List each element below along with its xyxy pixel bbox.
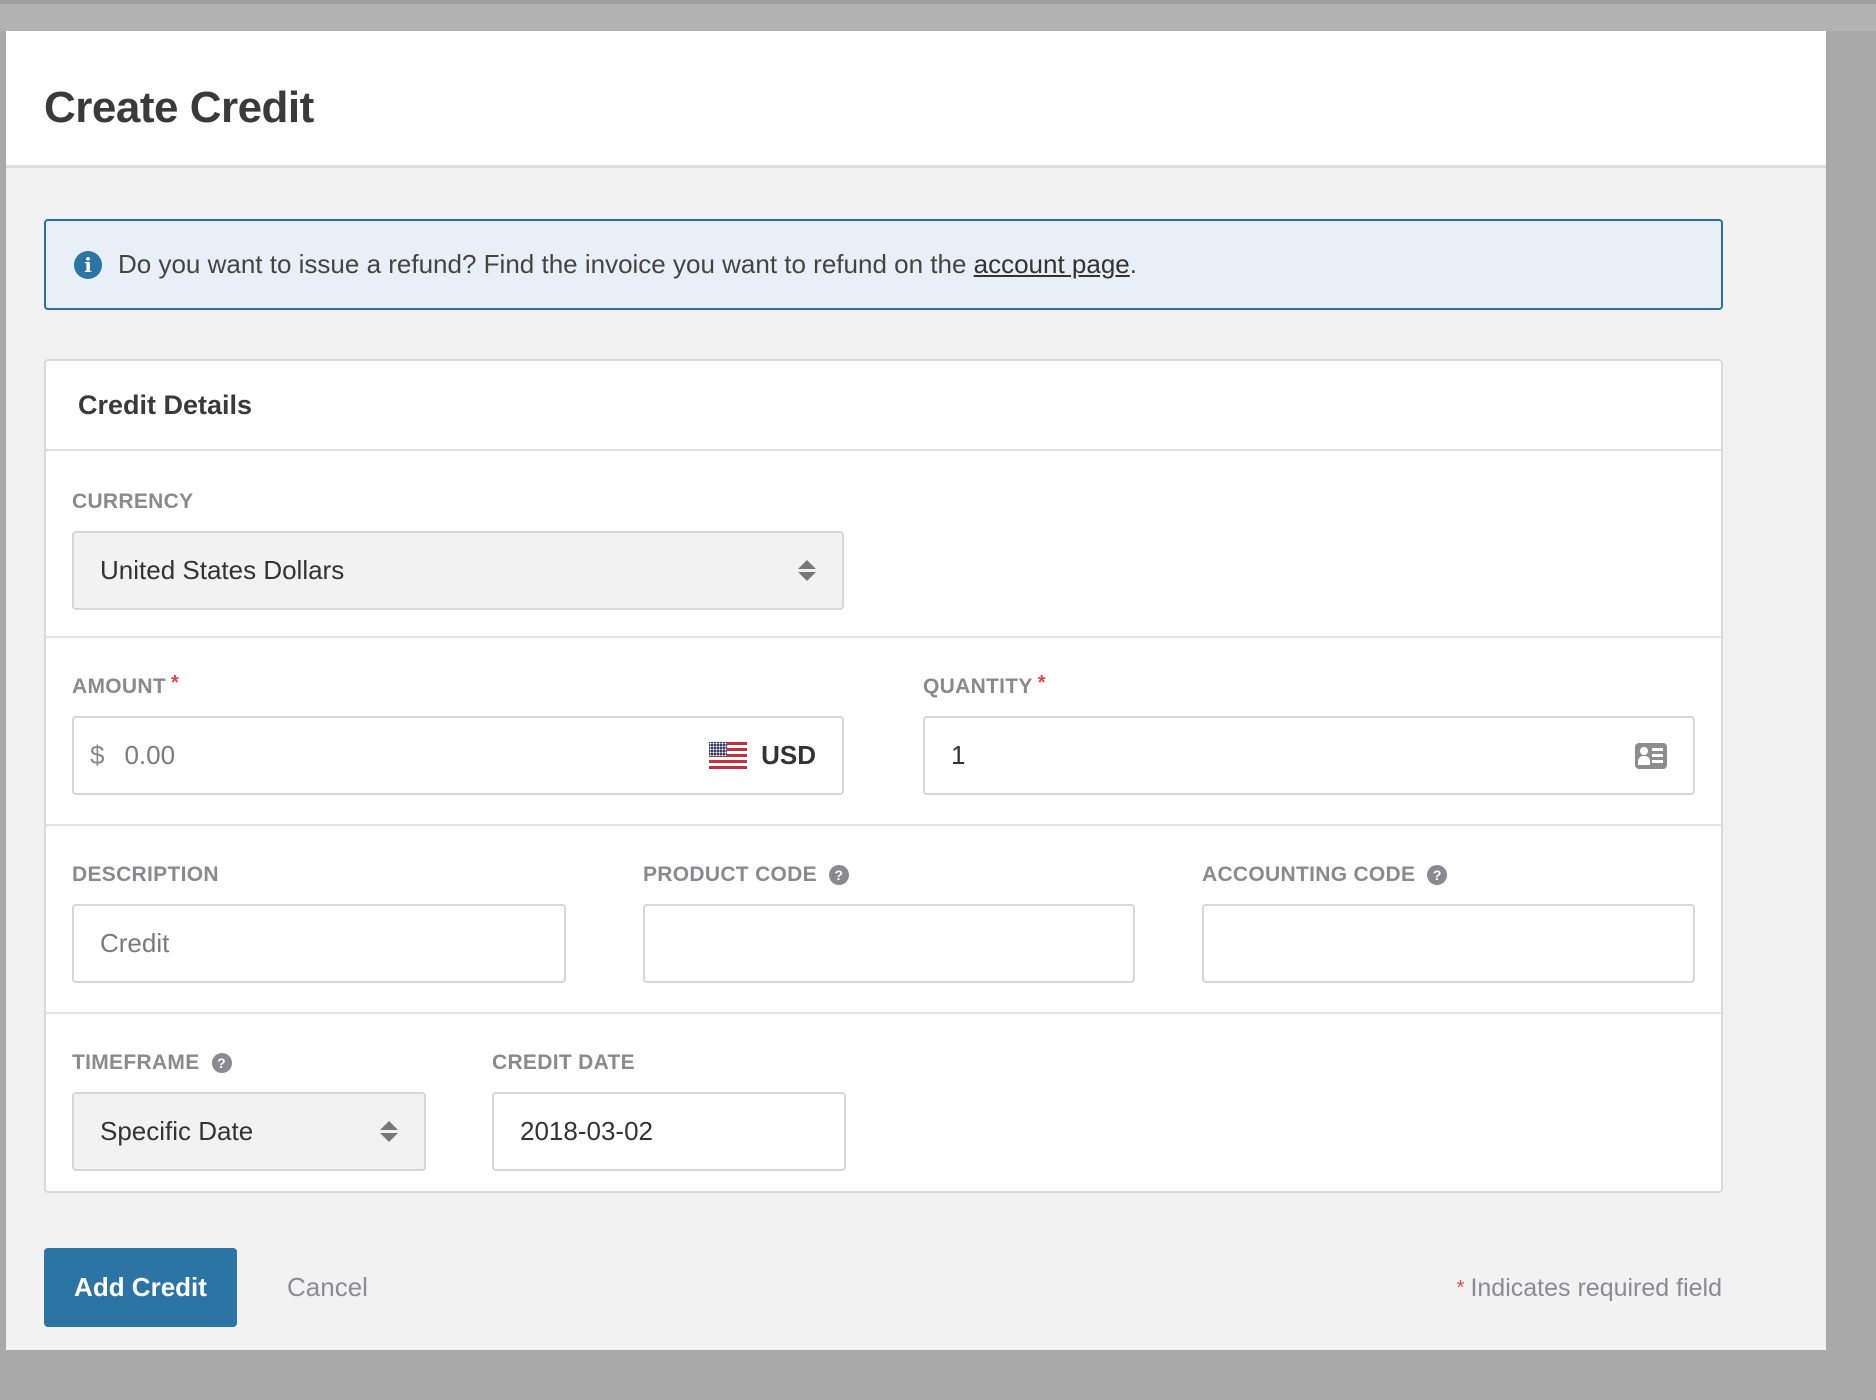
info-suffix: .	[1129, 249, 1138, 279]
description-placeholder: Credit	[100, 928, 170, 958]
credit-date-field: CREDIT DATE 2018-03-02	[492, 1050, 846, 1171]
us-flag-icon	[709, 742, 748, 769]
question-circle-icon[interactable]: ?	[828, 865, 849, 885]
panel-header: Create Credit	[6, 31, 1826, 168]
select-arrows-icon	[380, 1121, 398, 1142]
accounting-code-label-text: ACCOUNTING CODE	[1202, 863, 1416, 886]
amount-placeholder: 0.00	[124, 740, 176, 770]
create-credit-panel: Create Credit i Do you want to issue a r…	[6, 31, 1826, 1350]
description-field: DESCRIPTION Credit	[72, 862, 566, 983]
accounting-code-label: ACCOUNTING CODE?	[1202, 862, 1695, 888]
timeframe-label: TIMEFRAME?	[72, 1050, 426, 1076]
select-arrows-icon	[798, 560, 816, 581]
description-label: DESCRIPTION	[72, 863, 219, 886]
quantity-label: QUANTITY *	[923, 671, 1695, 700]
quantity-input[interactable]: 1	[923, 716, 1695, 795]
product-code-label-text: PRODUCT CODE	[643, 863, 817, 886]
credit-date-input[interactable]: 2018-03-02	[492, 1092, 846, 1171]
currency-code: USD	[761, 740, 816, 770]
currency-select-value: United States Dollars	[100, 555, 345, 585]
info-text: Do you want to issue a refund? Find the …	[118, 249, 974, 279]
codes-row: DESCRIPTION Credit PRODUCT CODE? ACCOUNT…	[46, 828, 1721, 1014]
quantity-label-text: QUANTITY	[923, 675, 1033, 698]
form-actions: Add Credit Cancel * Indicates required fi…	[44, 1248, 1724, 1328]
refund-info-banner: i Do you want to issue a refund? Find th…	[44, 219, 1723, 310]
required-asterisk: *	[1037, 671, 1046, 694]
currency-row: CURRENCY United States Dollars	[46, 453, 1721, 638]
amount-field: AMOUNT * $ 0.00 USD	[72, 671, 844, 795]
required-asterisk: *	[1456, 1277, 1465, 1299]
card-title: Credit Details	[46, 361, 1721, 451]
amount-label-text: AMOUNT	[72, 675, 166, 698]
window-top-strip	[0, 0, 1876, 31]
amount-label: AMOUNT *	[72, 671, 844, 700]
cancel-link[interactable]: Cancel	[287, 1272, 368, 1303]
currency-field: CURRENCY United States Dollars	[72, 489, 844, 610]
info-circle-icon: i	[74, 250, 102, 279]
product-code-label: PRODUCT CODE?	[643, 862, 1135, 888]
timeframe-select[interactable]: Specific Date	[72, 1092, 426, 1171]
quantity-field: QUANTITY * 1	[923, 671, 1695, 795]
accounting-code-input[interactable]	[1202, 904, 1695, 983]
timeframe-label-text: TIMEFRAME	[72, 1051, 200, 1074]
timeframe-row: TIMEFRAME? Specific Date CREDIT DATE 201…	[46, 1016, 1721, 1191]
amount-quantity-row: AMOUNT * $ 0.00 USD QUANTITY * 1	[46, 640, 1721, 826]
credit-details-card: Credit Details CURRENCY United States Do…	[44, 359, 1723, 1193]
add-credit-button[interactable]: Add Credit	[44, 1248, 237, 1327]
credit-date-label: CREDIT DATE	[492, 1051, 635, 1074]
required-note-text: Indicates required field	[1470, 1274, 1722, 1302]
required-asterisk: *	[170, 671, 180, 694]
timeframe-field: TIMEFRAME? Specific Date	[72, 1050, 426, 1171]
question-circle-icon[interactable]: ?	[211, 1053, 232, 1073]
required-field-note: * Indicates required field	[1457, 1274, 1722, 1303]
info-banner-text: Do you want to issue a refund? Find the …	[118, 249, 1137, 280]
timeframe-select-value: Specific Date	[100, 1116, 254, 1146]
accounting-code-field: ACCOUNTING CODE?	[1202, 862, 1695, 983]
credit-date-value: 2018-03-02	[520, 1116, 653, 1146]
contact-card-icon[interactable]	[1635, 742, 1667, 769]
page-title: Create Credit	[44, 83, 314, 132]
question-circle-icon[interactable]: ?	[1427, 865, 1448, 885]
currency-select[interactable]: United States Dollars	[72, 531, 844, 610]
account-page-link[interactable]: account page	[974, 249, 1130, 279]
dollar-sign: $	[90, 740, 105, 770]
product-code-field: PRODUCT CODE?	[643, 862, 1135, 983]
amount-input[interactable]: $ 0.00 USD	[72, 716, 844, 795]
currency-indicator: USD	[709, 740, 816, 771]
currency-label: CURRENCY	[72, 490, 194, 513]
product-code-input[interactable]	[643, 904, 1135, 983]
description-input[interactable]: Credit	[72, 904, 566, 983]
quantity-value: 1	[951, 740, 966, 770]
